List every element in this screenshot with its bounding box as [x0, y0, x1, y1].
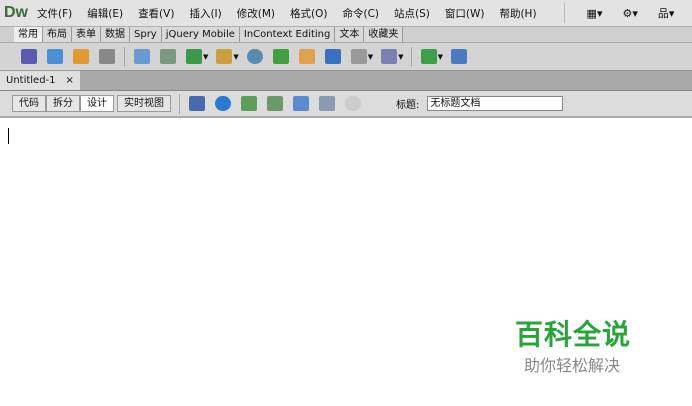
- tab-spry[interactable]: Spry: [130, 27, 162, 42]
- menu-site[interactable]: 站点(S): [394, 6, 430, 21]
- layout-icon[interactable]: ▦▾: [587, 7, 603, 20]
- email-link-icon[interactable]: [47, 49, 63, 64]
- menu-window[interactable]: 窗口(W): [445, 6, 485, 21]
- menu-insert[interactable]: 插入(I): [189, 6, 221, 21]
- code-view-button[interactable]: 代码: [12, 95, 46, 112]
- design-view-button[interactable]: 设计: [80, 95, 114, 112]
- document-tab-label: Untitled-1: [6, 75, 56, 86]
- menu-file[interactable]: 文件(F): [37, 6, 72, 21]
- tab-forms[interactable]: 表单: [72, 27, 101, 42]
- tab-incontext[interactable]: InContext Editing: [239, 27, 336, 42]
- tab-favorites[interactable]: 收藏夹: [364, 27, 404, 42]
- text-cursor: [8, 128, 9, 144]
- comment-icon[interactable]: [324, 49, 341, 64]
- multiscreen-icon[interactable]: [189, 96, 205, 111]
- title-label: 标题:: [396, 100, 420, 111]
- server-include-icon[interactable]: [298, 49, 315, 64]
- horizontal-rule-icon[interactable]: [99, 49, 115, 64]
- w3c-validation-icon[interactable]: [267, 96, 283, 111]
- menu-edit[interactable]: 编辑(E): [87, 6, 123, 21]
- menu-modify[interactable]: 修改(M): [237, 6, 275, 21]
- menu-bar: Dw 文件(F) 编辑(E) 查看(V) 插入(I) 修改(M) 格式(O) 命…: [0, 0, 692, 27]
- table-icon[interactable]: [134, 49, 150, 64]
- media-icon[interactable]: [216, 49, 233, 64]
- document-tab[interactable]: Untitled-1 ×: [0, 71, 80, 90]
- refresh-icon[interactable]: [345, 96, 361, 111]
- tab-text[interactable]: 文本: [335, 27, 365, 42]
- date-icon[interactable]: [272, 49, 289, 64]
- browser-compat-icon[interactable]: [293, 96, 309, 111]
- head-icon[interactable]: [350, 49, 367, 64]
- menu-view[interactable]: 查看(V): [138, 6, 174, 21]
- close-icon[interactable]: ×: [66, 71, 74, 90]
- visual-aids-icon[interactable]: [319, 96, 335, 111]
- menu-commands[interactable]: 命令(C): [342, 6, 379, 21]
- divider: [563, 3, 565, 23]
- tab-data[interactable]: 数据: [101, 27, 130, 42]
- menu-format[interactable]: 格式(O): [290, 6, 327, 21]
- tab-layout[interactable]: 布局: [43, 27, 72, 42]
- gear-icon[interactable]: ⚙▾: [622, 7, 637, 20]
- div-icon[interactable]: [160, 49, 176, 64]
- widget-icon[interactable]: [246, 49, 263, 64]
- insert-panel: 常用 布局 表单 数据 Spry jQuery Mobile InContext…: [0, 27, 692, 71]
- script-icon[interactable]: [381, 49, 398, 64]
- file-management-icon[interactable]: [241, 96, 257, 111]
- title-input[interactable]: 无标题文档: [427, 96, 564, 111]
- tab-common[interactable]: 常用: [14, 27, 43, 42]
- document-toolbar: 代码 拆分 设计 实时视图 标题: 无标题文档: [0, 91, 692, 118]
- preview-browser-icon[interactable]: [215, 96, 231, 111]
- hyperlink-icon[interactable]: [21, 49, 37, 64]
- tag-chooser-icon[interactable]: [450, 49, 467, 64]
- watermark-subtitle: 助你轻松解决: [524, 356, 621, 375]
- document-tabs: Untitled-1 ×: [0, 71, 692, 91]
- tab-jquery-mobile[interactable]: jQuery Mobile: [161, 27, 240, 42]
- image-icon[interactable]: [186, 49, 202, 64]
- menu-help[interactable]: 帮助(H): [499, 6, 536, 21]
- anchor-icon[interactable]: [73, 49, 89, 64]
- watermark-title: 百科全说: [515, 318, 632, 351]
- split-view-button[interactable]: 拆分: [46, 95, 80, 112]
- dw-logo: Dw: [4, 4, 28, 21]
- site-icon[interactable]: 品▾: [658, 5, 675, 21]
- templates-icon[interactable]: [420, 49, 437, 64]
- live-view-button[interactable]: 实时视图: [117, 95, 171, 112]
